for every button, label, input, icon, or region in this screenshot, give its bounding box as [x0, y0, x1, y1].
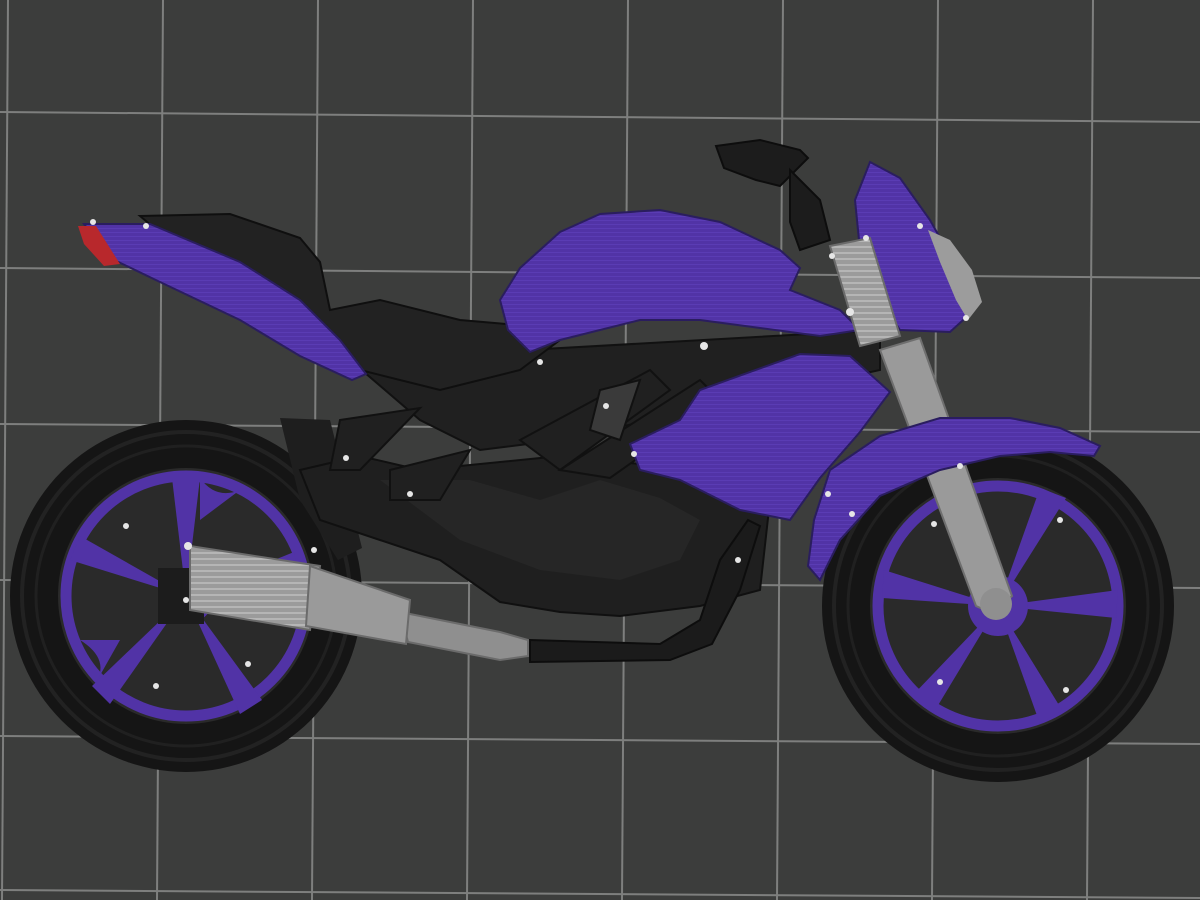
slicer-viewport[interactable] — [0, 0, 1200, 900]
